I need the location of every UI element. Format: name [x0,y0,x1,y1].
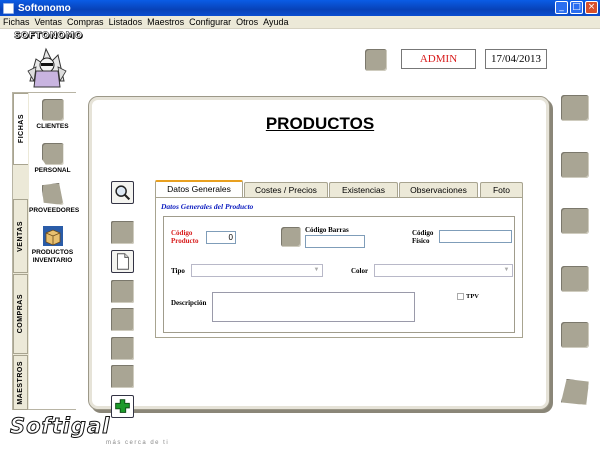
action-button-4[interactable] [111,337,134,360]
codigo-fisico-input[interactable] [439,230,512,243]
side-item-clientes[interactable]: CLIENTES [29,99,76,131]
action-button-2[interactable] [111,280,134,303]
right-button-2[interactable] [561,152,589,178]
right-button-1[interactable] [561,95,589,121]
side-item-list: CLIENTES PERSONAL PROVEEDORES PRODUCTOS … [29,93,80,409]
main-area: SOFTONOMO ADMIN 17/04/2013 FICHAS VENTAS… [0,29,600,451]
side-tab-fichas[interactable]: FICHAS [13,93,28,165]
search-button[interactable] [111,181,134,204]
logo-figure-icon [27,47,67,88]
codigo-fisico-label: Código Físico [412,229,434,245]
menu-fichas[interactable]: Fichas [3,17,30,27]
menu-listados[interactable]: Listados [109,17,143,27]
exit-button[interactable] [111,395,134,418]
inventory-box-icon [42,226,63,246]
tipo-label: Tipo [171,267,185,275]
tpv-checkbox[interactable] [457,293,464,300]
tab-datos-generales[interactable]: Datos Generales [155,180,243,198]
descripcion-textarea[interactable] [212,292,415,322]
codigo-producto-label: Código Producto [171,229,199,245]
section-title: Datos Generales del Producto [161,202,254,211]
user-icon[interactable] [365,49,387,71]
color-label: Color [351,267,369,275]
right-button-3[interactable] [561,208,589,234]
current-date: 17/04/2013 [490,53,542,65]
side-item-label: PRODUCTOS INVENTARIO [31,249,74,264]
clientes-icon [41,99,64,121]
date-display: 17/04/2013 [485,49,547,69]
tab-costes-precios[interactable]: Costes / Precios [244,182,328,198]
right-button-6[interactable] [561,379,589,405]
side-item-label: PERSONAL [34,167,71,174]
softigal-logo: Softigal [9,414,111,439]
tab-foto[interactable]: Foto [480,182,523,198]
right-button-4[interactable] [561,266,589,292]
menu-otros[interactable]: Otros [236,17,258,27]
productos-panel: PRODUCTOS Datos Generales Costes / Preci… [88,96,550,418]
side-tab-maestros[interactable]: MAESTROS [13,355,28,410]
codigo-barras-input[interactable] [305,235,365,248]
side-tab-ventas[interactable]: VENTAS [13,199,28,273]
chevron-down-icon: ▼ [313,267,320,273]
codigo-producto-input[interactable]: 0 [206,231,236,244]
action-button-5[interactable] [111,365,134,388]
tab-observaciones[interactable]: Observaciones [399,182,478,198]
close-button[interactable]: × [585,1,598,14]
tab-existencias[interactable]: Existencias [329,182,398,198]
softonomo-logo: SOFTONOMO [14,31,83,91]
side-item-proveedores[interactable]: PROVEEDORES [29,183,80,215]
menu-configurar[interactable]: Configurar [189,17,231,27]
user-name: ADMIN [419,53,458,65]
barcode-icon[interactable] [281,227,301,247]
side-tab-compras[interactable]: COMPRAS [13,274,28,354]
minimize-button[interactable]: _ [555,1,568,14]
action-button-3[interactable] [111,308,134,331]
maximize-button[interactable]: □ [570,1,583,14]
exit-puzzle-icon [115,399,130,413]
tab-content: Datos Generales del Producto Código Prod… [155,197,523,338]
side-item-productos-inventario[interactable]: PRODUCTOS INVENTARIO [29,225,76,265]
color-select[interactable]: ▼ [374,264,513,277]
codigo-barras-label: Código Barras [305,226,349,234]
tipo-select[interactable]: ▼ [191,264,323,277]
user-display: ADMIN [401,49,476,69]
side-item-label: CLIENTES [36,123,69,130]
page-title: PRODUCTOS [265,114,375,133]
logo-text: SOFTONOMO [14,31,83,42]
window-title: Softonomo [18,2,71,14]
personal-icon [41,143,64,165]
action-button-1[interactable] [111,221,134,244]
search-icon [115,185,131,201]
right-button-5[interactable] [561,322,589,348]
tab-strip: Datos Generales Costes / Precios Existen… [155,180,523,198]
chevron-down-icon: ▼ [503,267,510,273]
title-bar: Softonomo _ □ × [0,0,600,16]
new-document-button[interactable] [111,250,134,273]
tpv-label: TPV [466,293,479,300]
menu-compras[interactable]: Compras [67,17,104,27]
proveedores-icon [41,183,64,205]
side-item-personal[interactable]: PERSONAL [29,143,76,175]
menu-ayuda[interactable]: Ayuda [263,17,288,27]
app-icon [3,2,14,14]
menu-maestros[interactable]: Maestros [147,17,184,27]
descripcion-label: Descripción [171,299,207,307]
side-panel: FICHAS VENTAS COMPRAS MAESTROS CLIENTES … [12,92,80,410]
product-fields-group: Código Producto 0 Código Barras Código F… [163,216,515,333]
menu-bar: Fichas Ventas Compras Listados Maestros … [0,16,600,29]
softigal-tagline: más cerca de ti [106,440,170,446]
menu-ventas[interactable]: Ventas [35,17,63,27]
new-document-icon [117,253,129,270]
side-item-label: PROVEEDORES [29,207,80,214]
